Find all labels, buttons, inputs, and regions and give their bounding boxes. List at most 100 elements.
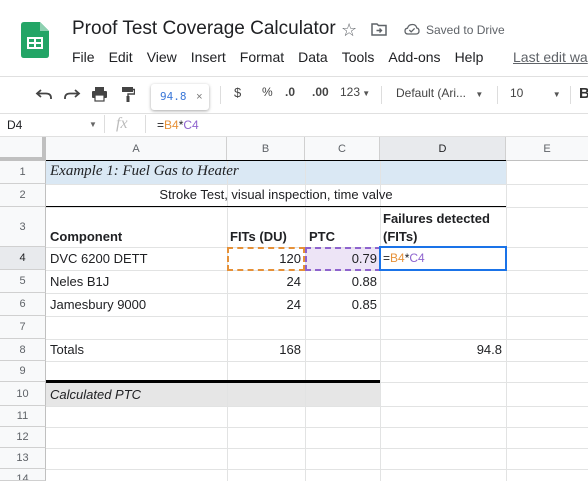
toolbar-divider (220, 86, 221, 104)
row-header-3[interactable]: 3 (0, 207, 46, 247)
gridline (46, 469, 588, 470)
menu-edit[interactable]: Edit (109, 49, 133, 65)
cell-b3[interactable]: FITs (DU) (230, 229, 287, 244)
formula-bar-divider (145, 115, 146, 133)
font-size-value: 10 (510, 86, 524, 100)
gridline (46, 427, 588, 428)
cell-a10[interactable]: Calculated PTC (50, 387, 141, 402)
star-icon[interactable]: ☆ (341, 20, 357, 41)
font-family-value: Default (Ari... (396, 86, 467, 100)
fx-icon: fx (116, 115, 128, 132)
increase-decimal-button[interactable]: .00 (312, 85, 329, 99)
cell-a2[interactable]: Stroke Test, visual inspection, time val… (46, 187, 506, 202)
row-header-7[interactable]: 7 (0, 316, 46, 339)
column-header-e[interactable]: E (506, 137, 588, 161)
cell-b8[interactable]: 168 (227, 342, 301, 357)
cell-d8[interactable]: 94.8 (380, 342, 502, 357)
cell-a4[interactable]: DVC 6200 DETT (50, 251, 148, 266)
last-edit-link[interactable]: Last edit wa (513, 49, 588, 65)
row-header-2[interactable]: 2 (0, 184, 46, 207)
menu-help[interactable]: Help (455, 49, 484, 65)
menu-view[interactable]: View (147, 49, 177, 65)
formula-input[interactable]: =B4*C4 (157, 118, 199, 132)
gridline (46, 316, 588, 317)
column-header-c[interactable]: C (305, 137, 380, 161)
row-header-1[interactable]: 1 (0, 161, 46, 184)
gridline (227, 161, 228, 481)
ref-b4-highlight (227, 247, 305, 271)
move-to-folder-icon[interactable] (371, 22, 387, 36)
row-header-5[interactable]: 5 (0, 270, 46, 293)
sheets-logo-icon[interactable] (21, 22, 49, 58)
print-icon[interactable] (91, 86, 108, 102)
cell-d3-line2[interactable]: (FITs) (383, 229, 417, 244)
cell-c3[interactable]: PTC (309, 229, 335, 244)
redo-icon[interactable] (63, 87, 81, 101)
tooltip-value: 94.8 (160, 90, 187, 103)
ref-c4-highlight (305, 247, 381, 271)
row-header-6[interactable]: 6 (0, 293, 46, 316)
dropdown-caret-icon: ▼ (360, 89, 371, 98)
dropdown-caret-icon: ▼ (552, 90, 561, 99)
row-header-8[interactable]: 8 (0, 339, 46, 361)
select-all-corner[interactable] (0, 137, 46, 161)
column-header-b[interactable]: B (227, 137, 305, 161)
saved-status: Saved to Drive (426, 23, 505, 37)
cell-c6[interactable]: 0.85 (305, 297, 377, 312)
row-header-4[interactable]: 4 (0, 247, 46, 270)
decrease-decimal-button[interactable]: .0 (285, 85, 295, 99)
cell-a5[interactable]: Neles B1J (50, 274, 109, 289)
menu-addons[interactable]: Add-ons (388, 49, 440, 65)
cell-b5[interactable]: 24 (227, 274, 301, 289)
menu-insert[interactable]: Insert (191, 49, 226, 65)
gridline (46, 207, 588, 208)
row-header-10[interactable]: 10 (0, 382, 46, 406)
gridline (46, 448, 588, 449)
font-size-select[interactable]: 10 ▼ (510, 86, 561, 100)
gridline (46, 184, 588, 185)
toolbar-divider (497, 86, 498, 104)
cell-b6[interactable]: 24 (227, 297, 301, 312)
gridline (46, 339, 588, 340)
gridline (305, 161, 306, 481)
menu-format[interactable]: Format (240, 49, 284, 65)
cell-border (46, 160, 506, 161)
toolbar-divider (381, 86, 382, 104)
cell-d3-line1[interactable]: Failures detected (383, 211, 490, 226)
cell-c5[interactable]: 0.88 (305, 274, 377, 289)
row-header-11[interactable]: 11 (0, 406, 46, 427)
cell-a8[interactable]: Totals (50, 342, 84, 357)
currency-format-button[interactable]: $ (234, 85, 241, 100)
column-header-d[interactable]: D (380, 137, 506, 161)
menu-tools[interactable]: Tools (342, 49, 375, 65)
name-box-dropdown-icon[interactable]: ▼ (89, 120, 97, 129)
percent-format-button[interactable]: % (262, 85, 273, 99)
font-family-select[interactable]: Default (Ari... ▼ (396, 86, 483, 100)
cell-a1[interactable]: Example 1: Fuel Gas to Heater (50, 163, 239, 180)
column-header-a[interactable]: A (46, 137, 227, 161)
name-box[interactable]: D4 (7, 118, 22, 132)
menu-file[interactable]: File (72, 49, 95, 65)
dropdown-caret-icon: ▼ (475, 90, 484, 99)
formula-bar-divider (104, 115, 105, 133)
row-header-14[interactable]: 14 (0, 469, 46, 481)
cloud-saved-icon (404, 23, 420, 35)
close-icon[interactable]: × (196, 91, 202, 103)
row-header-13[interactable]: 13 (0, 448, 46, 469)
toolbar-divider (570, 86, 571, 104)
gridline (380, 161, 381, 481)
formula-equals: = (157, 118, 165, 132)
menu-data[interactable]: Data (298, 49, 328, 65)
cell-a3[interactable]: Component (50, 229, 122, 244)
undo-icon[interactable] (35, 87, 53, 101)
formula-ref-c4: C4 (183, 118, 199, 132)
paint-format-icon[interactable] (121, 86, 135, 103)
gridline (46, 406, 588, 407)
cell-a6[interactable]: Jamesbury 9000 (50, 297, 146, 312)
more-formats-button[interactable]: 123 ▼ (340, 85, 370, 99)
row-header-12[interactable]: 12 (0, 427, 46, 448)
active-cell-d4[interactable] (379, 246, 507, 271)
row-header-9[interactable]: 9 (0, 361, 46, 382)
document-title[interactable]: Proof Test Coverage Calculator (72, 18, 336, 40)
bold-button[interactable]: B (579, 85, 588, 102)
